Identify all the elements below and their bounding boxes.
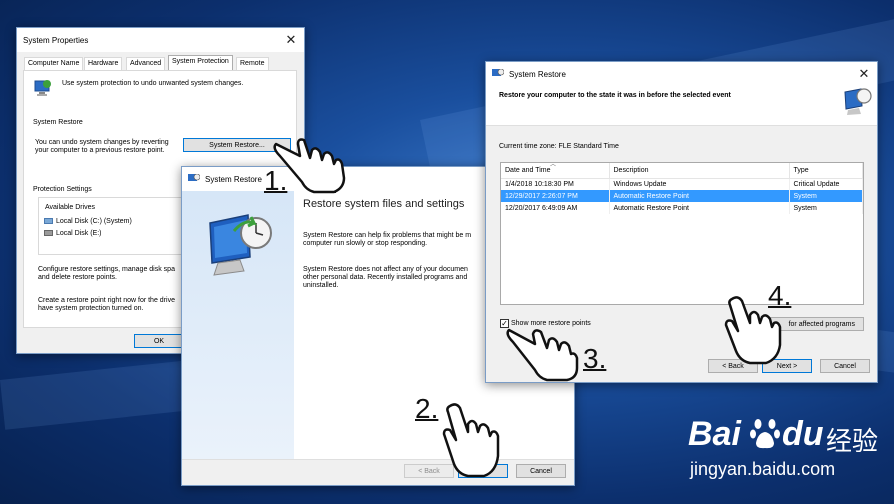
sort-arrow-icon: ︿ [550,162,557,168]
watermark-brand-part1: Bai [688,415,741,453]
system-properties-titlebar: System Properties ✕ [17,28,304,52]
intro-text: Use system protection to undo unwanted s… [62,80,244,87]
paw-logo-icon [750,419,780,449]
system-protection-icon [33,78,53,98]
pointer-hand-icon [506,328,579,382]
wizard-para1-line2: computer run slowly or stop responding. [303,240,428,247]
drive-icon [44,230,53,236]
ok-button[interactable]: OK [134,334,184,348]
drive-item-e[interactable]: Local Disk (E:) [56,229,102,238]
watermark-brand-cn: 经验 [826,427,879,457]
cell-type: System [789,202,863,214]
table-row[interactable]: 12/29/2017 2:26:07 PM Automatic Restore … [501,190,863,202]
window-title: System Properties [23,35,89,45]
step-number-1: 1. [264,165,288,196]
table-row[interactable]: 1/4/2018 10:18:30 PM Windows Update Crit… [501,178,863,190]
restore-cancel-button[interactable]: Cancel [820,359,870,373]
watermark-brand-part2: du [782,415,824,453]
cell-date: 12/20/2017 6:49:09 AM [501,202,610,214]
drives-header: Available Drives [45,204,96,211]
cell-date: 12/29/2017 2:26:07 PM [501,190,610,202]
restore-points-titlebar: System Restore ✕ [486,62,877,86]
wizard-cancel-button[interactable]: Cancel [516,464,566,478]
restore-points-table: Date and Time Description Type 1/4/2018 … [500,162,864,305]
close-icon[interactable]: ✕ [278,32,304,48]
step-number-2: 2. [415,393,439,424]
tab-remote[interactable]: Remote [236,57,269,70]
drive-icon [44,218,53,224]
wizard-para2-line3: uninstalled. [303,282,339,289]
cell-type: Critical Update [789,178,863,190]
system-restore-icon [492,68,505,79]
cell-date: 1/4/2018 10:18:30 PM [501,178,610,190]
step-number-4: 4. [768,280,792,311]
restore-points-heading: Restore your computer to the state it wa… [499,92,731,99]
restore-points-large-icon [842,86,872,116]
tab-computer-name[interactable]: Computer Name [24,57,84,70]
column-type[interactable]: Type [789,163,863,179]
create-text-line2: have system protection turned on. [38,305,144,312]
cell-description: Windows Update [609,178,790,190]
system-restore-large-icon [204,211,274,277]
protection-settings-heading: Protection Settings [33,186,92,193]
restore-desc-line2: your computer to a previous restore poin… [35,147,165,154]
system-restore-heading: System Restore [33,119,83,126]
configure-text-line2: and delete restore points. [38,274,117,281]
table-row[interactable]: 12/20/2017 6:49:09 AM Automatic Restore … [501,202,863,214]
timezone-label: Current time zone: FLE Standard Time [499,143,619,150]
tab-system-protection[interactable]: System Protection [168,55,233,71]
tab-hardware[interactable]: Hardware [84,57,123,70]
system-restore-icon [188,173,201,184]
cell-description: Automatic Restore Point [609,190,790,202]
tab-advanced[interactable]: Advanced [126,57,166,70]
wizard-heading: Restore system files and settings [303,198,465,210]
close-icon[interactable]: ✕ [851,66,877,82]
step-number-3: 3. [583,343,607,374]
column-description[interactable]: Description [609,163,790,179]
drive-item-c[interactable]: Local Disk (C:) (System) [56,217,132,226]
window-title: System Restore [205,174,262,184]
cell-description: Automatic Restore Point [609,202,790,214]
baidu-watermark: Bai du 经验 jingyan.baidu.com [688,415,888,495]
pointer-hand-icon [442,403,500,478]
window-title: System Restore [509,69,566,79]
cell-type: System [789,190,863,202]
watermark-url: jingyan.baidu.com [690,459,836,479]
